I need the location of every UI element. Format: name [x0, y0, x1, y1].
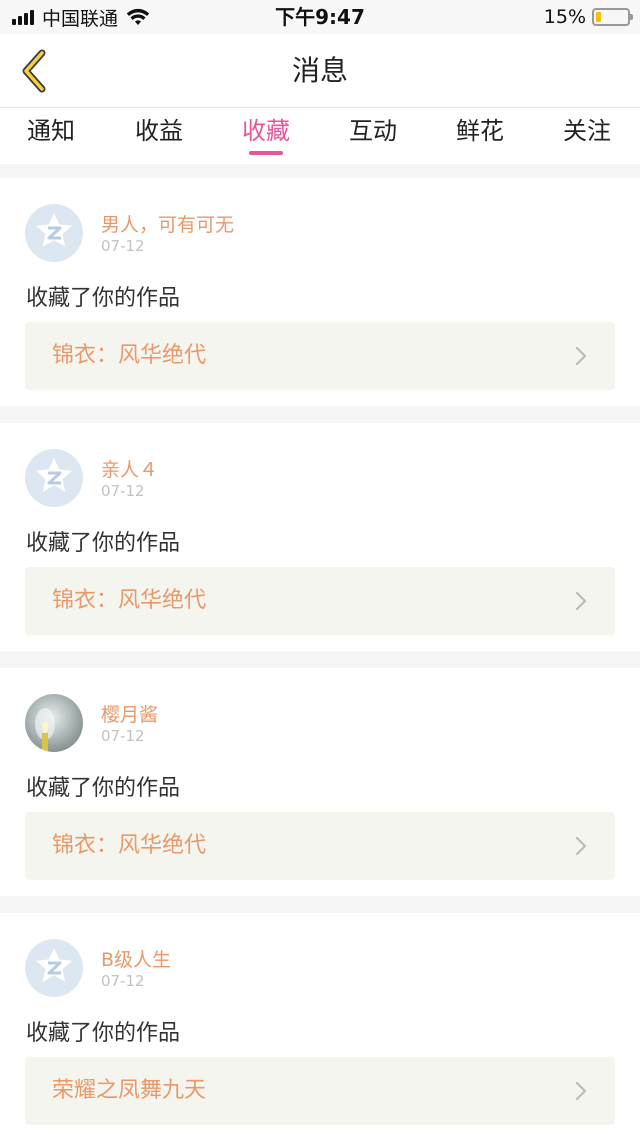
- tab-bar: 通知 收益 收藏 互动 鲜花 关注: [0, 108, 640, 164]
- status-right: 15%: [543, 0, 633, 34]
- message-date: 07-12: [101, 237, 145, 255]
- default-avatar-icon: [36, 458, 72, 492]
- chevron-right-icon: [575, 591, 587, 611]
- battery-fill: [596, 12, 601, 22]
- message-text: 收藏了你的作品: [26, 286, 181, 311]
- avatar[interactable]: [25, 694, 83, 752]
- tab-following[interactable]: 关注: [537, 108, 637, 164]
- chevron-right-icon: [575, 1081, 587, 1101]
- work-link[interactable]: 锦衣：风华绝代: [25, 812, 615, 880]
- navigation-bar: 消息: [0, 34, 640, 108]
- tab-notifications[interactable]: 通知: [1, 108, 101, 164]
- user-name[interactable]: 男人，可有可无: [101, 210, 234, 237]
- tab-favorites[interactable]: 收藏: [216, 108, 316, 164]
- work-title: 锦衣：风华绝代: [52, 833, 207, 858]
- battery-icon: [592, 8, 633, 26]
- chevron-right-icon: [575, 836, 587, 856]
- chevron-right-icon: [575, 346, 587, 366]
- battery-percent: 15%: [543, 6, 586, 28]
- active-tab-indicator: [249, 151, 283, 155]
- message-card: 亲人４ 07-12 收藏了你的作品 锦衣：风华绝代: [0, 423, 640, 651]
- default-avatar-icon: [36, 213, 72, 247]
- message-card: B级人生 07-12 收藏了你的作品 荣耀之凤舞九天: [0, 913, 640, 1141]
- message-text: 收藏了你的作品: [26, 1021, 181, 1046]
- status-bar: 中国联通 下午9:47 15%: [0, 0, 640, 34]
- tab-flowers[interactable]: 鲜花: [430, 108, 530, 164]
- message-date: 07-12: [101, 972, 145, 990]
- work-title: 锦衣：风华绝代: [52, 588, 207, 613]
- message-card: 男人，可有可无 07-12 收藏了你的作品 锦衣：风华绝代: [0, 178, 640, 406]
- tab-label: 通知: [27, 117, 75, 145]
- message-card: 樱月酱 07-12 收藏了你的作品 锦衣：风华绝代: [0, 668, 640, 896]
- avatar[interactable]: [25, 204, 83, 262]
- candle-photo-icon: [35, 708, 55, 752]
- work-link[interactable]: 锦衣：风华绝代: [25, 567, 615, 635]
- tab-label: 关注: [563, 117, 611, 145]
- work-title: 荣耀之凤舞九天: [52, 1078, 207, 1103]
- work-link[interactable]: 锦衣：风华绝代: [25, 322, 615, 390]
- tab-earnings[interactable]: 收益: [109, 108, 209, 164]
- tab-label: 互动: [349, 117, 397, 145]
- tab-label: 收藏: [242, 117, 290, 145]
- message-date: 07-12: [101, 727, 145, 745]
- work-title: 锦衣：风华绝代: [52, 343, 207, 368]
- message-text: 收藏了你的作品: [26, 531, 181, 556]
- tab-interactions[interactable]: 互动: [323, 108, 423, 164]
- avatar[interactable]: [25, 939, 83, 997]
- user-name[interactable]: 樱月酱: [101, 700, 158, 727]
- message-date: 07-12: [101, 482, 145, 500]
- default-avatar-icon: [36, 948, 72, 982]
- tab-label: 收益: [135, 117, 183, 145]
- page-title: 消息: [291, 54, 348, 87]
- user-name[interactable]: B级人生: [101, 945, 171, 972]
- avatar[interactable]: [25, 449, 83, 507]
- tab-label: 鲜花: [456, 117, 504, 145]
- user-name[interactable]: 亲人４: [101, 455, 158, 482]
- work-link[interactable]: 荣耀之凤舞九天: [25, 1057, 615, 1125]
- message-text: 收藏了你的作品: [26, 776, 181, 801]
